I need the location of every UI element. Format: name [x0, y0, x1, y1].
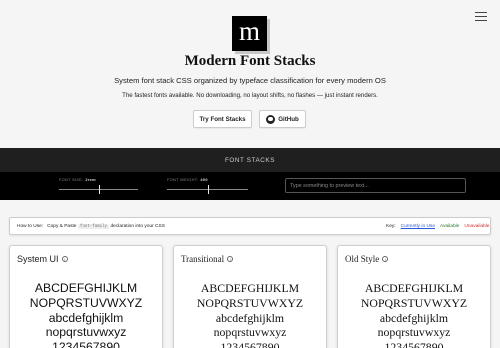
- logo-letter: m: [238, 16, 260, 46]
- info-bar: How to Use: Copy & Paste font-family dec…: [9, 217, 491, 235]
- font-sample: ABCDEFGHIJKLM NOPQRSTUVWXYZ abcdefghijklm n…: [196, 281, 304, 348]
- hamburger-menu-icon[interactable]: [475, 12, 487, 21]
- page-title: Modern Font Stacks: [184, 53, 316, 69]
- font-size-value: 2rem: [85, 177, 96, 182]
- font-family-code: font-family: [78, 224, 109, 229]
- key-current: Currently in Use: [400, 224, 435, 229]
- card-title: Old Style: [345, 254, 380, 264]
- font-weight-slider-thumb[interactable]: [207, 185, 209, 194]
- font-card-transitional[interactable]: Transitional i ABCDEFGHIJKLM NOPQRSTUVWXYZ…: [173, 245, 327, 348]
- preview-text-input[interactable]: [285, 178, 466, 193]
- site-logo: m: [232, 16, 267, 51]
- card-title: Transitional: [181, 254, 225, 264]
- github-button[interactable]: GitHub: [259, 110, 306, 128]
- how-to-label: How to Use:: [17, 224, 44, 229]
- info-circle-icon[interactable]: i: [382, 256, 389, 262]
- github-label: GitHub: [278, 115, 299, 123]
- font-sample: ABCDEFGHIJKLM NOPQRSTUVWXYZ abcdefghijklm n…: [29, 281, 143, 348]
- how-to-use: How to Use: Copy & Paste font-family dec…: [17, 224, 165, 229]
- font-weight-label: FONT WEIGHT: 400: [167, 177, 208, 182]
- info-circle-icon[interactable]: i: [61, 256, 68, 262]
- card-title: System UI: [17, 254, 59, 264]
- github-icon: [266, 114, 276, 124]
- font-sample: ABCDEFGHIJKLM NOPQRSTUVWXYZ abcdefghijklm n…: [360, 281, 468, 348]
- font-card-old-style[interactable]: Old Style i ABCDEFGHIJKLM NOPQRSTUVWXYZ abc…: [337, 245, 491, 348]
- page-tagline: The fastest fonts available. No download…: [122, 92, 378, 99]
- info-circle-icon[interactable]: i: [227, 256, 234, 262]
- how-to-text-end: declaration into your CSS: [110, 224, 165, 229]
- try-font-stacks-button[interactable]: Try Font Stacks: [193, 110, 252, 128]
- legend-key: Key: Currently in Use Available Unavaila…: [386, 224, 489, 229]
- font-size-slider-thumb[interactable]: [98, 185, 100, 194]
- page-subtitle: System font stack CSS organized by typef…: [114, 76, 386, 85]
- key-unavailable: Unavailable: [464, 224, 490, 229]
- section-title: FONT STACKS: [224, 157, 276, 164]
- try-font-stacks-label: Try Font Stacks: [199, 115, 246, 123]
- font-weight-value: 400: [200, 177, 208, 182]
- how-to-text: Copy & Paste: [47, 224, 77, 229]
- key-label: Key:: [386, 224, 396, 229]
- font-size-label: FONT SIZE: 2rem: [59, 177, 96, 182]
- key-available: Available: [440, 224, 460, 229]
- font-card-system-ui[interactable]: System UI i ABCDEFGHIJKLM NOPQRSTUVWXYZ abc…: [9, 245, 163, 348]
